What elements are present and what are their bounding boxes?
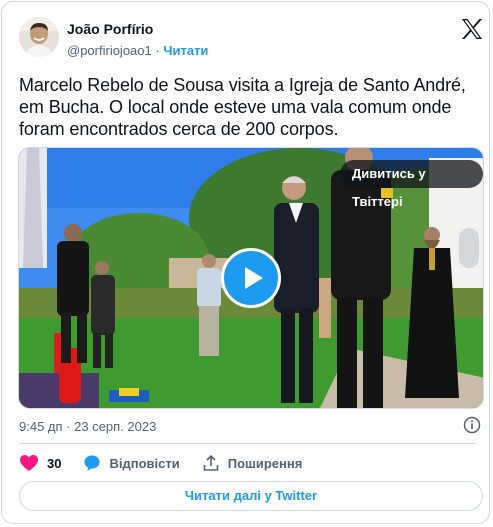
like-button[interactable]: 30: [19, 454, 61, 472]
reply-button[interactable]: Відповісти: [83, 454, 180, 472]
video-player[interactable]: Дивитись у Твіттері: [18, 147, 484, 409]
x-logo-icon[interactable]: [461, 19, 483, 39]
separator: ·: [155, 43, 160, 58]
action-bar: 30 Відповісти Поширення: [19, 453, 324, 473]
tweet-text: Marcelo Rebelo de Sousa visita a Igreja …: [19, 75, 466, 139]
heart-icon: [20, 455, 38, 471]
reply-label: Відповісти: [109, 455, 180, 471]
info-icon[interactable]: [463, 416, 481, 434]
read-more-button[interactable]: Читати далі у Twitter: [19, 481, 483, 511]
play-icon: [245, 267, 263, 289]
author-handle[interactable]: @porfiriojoao1: [67, 43, 152, 58]
author-name[interactable]: João Porfírio: [67, 21, 153, 37]
tweet-timestamp[interactable]: 9:45 дп · 23 серп. 2023: [19, 419, 156, 434]
avatar[interactable]: [19, 17, 59, 57]
tweet-card: João Porfírio @porfiriojoao1 · Читати Ma…: [1, 1, 490, 524]
play-button[interactable]: [221, 248, 281, 308]
follow-button[interactable]: Читати: [163, 43, 208, 58]
watch-on-twitter-button[interactable]: Дивитись у Твіттері: [340, 160, 483, 209]
reply-bubble-icon: [84, 455, 100, 471]
author-handle-row: @porfiriojoao1 · Читати: [67, 43, 208, 58]
share-button[interactable]: Поширення: [202, 454, 303, 472]
share-icon: [203, 454, 219, 471]
like-count: 30: [47, 455, 62, 471]
divider: [19, 443, 475, 444]
share-label: Поширення: [227, 455, 303, 471]
